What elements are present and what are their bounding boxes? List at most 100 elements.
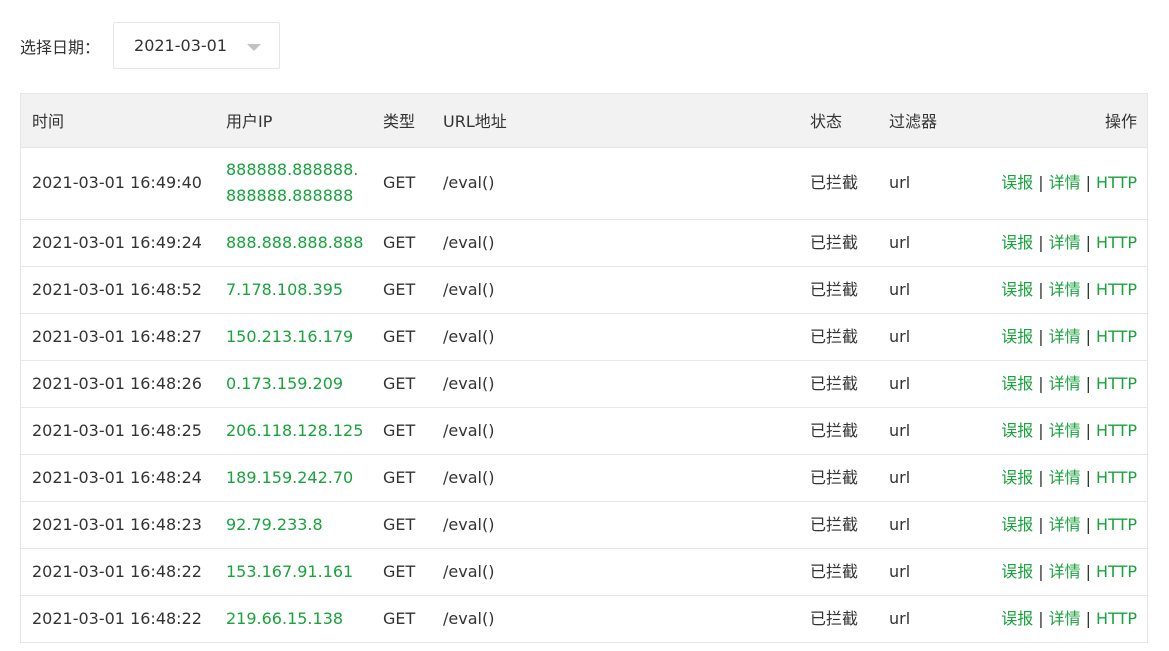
table-row: 2021-03-01 16:48:24 189.159.242.70 GET/eva… — [21, 454, 1147, 502]
table-row: 2021-03-01 16:48:27 150.213.16.179 GET/eva… — [21, 313, 1147, 361]
cell-url: /eval() — [432, 219, 799, 267]
cell-type: GET — [372, 454, 432, 502]
cell-filter: url — [878, 407, 968, 455]
action-separator: | — [1038, 467, 1044, 487]
cell-type: GET — [372, 407, 432, 455]
cell-filter: url — [889, 608, 911, 628]
action-separator: | — [1085, 420, 1092, 440]
table-row: 2021-03-01 16:48:23 92.79.233.8 GET/eval()… — [21, 501, 1147, 549]
http-link[interactable]: HTTP — [1096, 327, 1137, 346]
cell-status: 已拦截 — [799, 360, 878, 408]
caret-down-icon — [247, 44, 262, 51]
cell-url: /eval() — [432, 501, 799, 549]
cell-actions: 误报 | 详情 | HTTP — [968, 595, 1147, 642]
cell-filter: url — [878, 266, 968, 314]
cell-type: GET — [372, 266, 432, 314]
report-link[interactable]: 误报 — [1001, 562, 1033, 581]
action-separator: | — [1038, 279, 1044, 299]
cell-actions: 误报 | 详情 | HTTP — [968, 548, 1147, 596]
cell-time: 2021-03-01 16:48:26 — [21, 360, 216, 408]
action-separator: | — [1085, 173, 1092, 192]
cell-filter: url — [878, 454, 968, 502]
cell-url: /eval() — [432, 548, 799, 596]
cell-ip-link[interactable]: 150.213.16.179 — [216, 313, 372, 361]
http-link[interactable]: HTTP — [1096, 374, 1137, 393]
detail-link[interactable]: 详情 — [1049, 515, 1081, 534]
detail-link[interactable]: 详情 — [1049, 327, 1081, 346]
http-link[interactable]: HTTP — [1096, 609, 1137, 628]
cell-actions: 误报 | 详情 | HTTP — [968, 454, 1147, 502]
cell-filter: url — [878, 313, 968, 361]
report-link[interactable]: 误报 — [1001, 374, 1033, 393]
cell-ip-link[interactable]: 7.178.108.395 — [216, 266, 372, 314]
date-select-value: 2021-03-01 — [134, 36, 227, 55]
cell-status: 已拦截 — [799, 219, 878, 267]
cell-time: 2021-03-01 16:48:27 — [21, 313, 216, 361]
cell-ip-link[interactable]: 153.167.91.161 — [216, 548, 372, 596]
header-ip: 用户IP — [216, 94, 372, 148]
detail-link[interactable]: 详情 — [1049, 468, 1081, 487]
detail-link[interactable]: 详情 — [1049, 173, 1081, 192]
cell-ip-link[interactable]: 189.159.242.70 — [216, 454, 372, 502]
detail-link[interactable]: 详情 — [1049, 562, 1081, 581]
cell-actions: 误报 | 详情 | HTTP — [968, 266, 1147, 314]
detail-link[interactable]: 详情 — [1049, 374, 1081, 393]
http-link[interactable]: HTTP — [1096, 173, 1137, 192]
detail-link[interactable]: 详情 — [1049, 280, 1081, 299]
cell-ip-link[interactable]: 0.173.159.209 — [216, 360, 372, 408]
cell-filter: url — [878, 219, 968, 267]
detail-link[interactable]: 详情 — [1049, 609, 1081, 628]
cell-type: GET — [383, 608, 416, 628]
cell-ip-link[interactable]: 888888.888888.888888.888888 — [216, 147, 372, 220]
action-separator: | — [1085, 279, 1092, 299]
header-type: 类型 — [372, 94, 432, 148]
report-link[interactable]: 误报 — [1001, 280, 1033, 299]
date-select[interactable]: 2021-03-01 — [113, 22, 281, 69]
action-separator: | — [1038, 561, 1044, 581]
header-time: 时间 — [21, 94, 216, 148]
http-link[interactable]: HTTP — [1096, 280, 1137, 299]
table-row: 2021-03-01 16:48:25 206.118.128.125 GET/ev… — [21, 407, 1147, 455]
action-separator: | — [1038, 326, 1044, 346]
report-link[interactable]: 误报 — [1001, 609, 1033, 628]
cell-type: GET — [372, 219, 432, 267]
action-separator: | — [1085, 514, 1092, 534]
cell-ip-link[interactable]: 92.79.233.8 — [216, 501, 372, 549]
cell-status: 已拦截 — [810, 608, 859, 628]
cell-url: /eval() — [432, 266, 799, 314]
action-separator: | — [1038, 173, 1044, 192]
date-filter-bar: 选择日期： 2021-03-01 — [20, 21, 281, 70]
cell-ip-link[interactable]: 219.66.15.138 — [216, 595, 372, 642]
table-row: 2021-03-01 16:48:22 153.167.91.161 GET/eva… — [21, 548, 1147, 596]
cell-status: 已拦截 — [799, 407, 878, 455]
report-link[interactable]: 误报 — [1001, 421, 1033, 440]
detail-link[interactable]: 详情 — [1049, 233, 1081, 252]
http-link[interactable]: HTTP — [1096, 515, 1137, 534]
http-link[interactable]: HTTP — [1096, 468, 1137, 487]
action-separator: | — [1085, 373, 1092, 393]
action-separator: | — [1085, 326, 1092, 346]
cell-url: /eval() — [432, 360, 799, 408]
header-filter: 过滤器 — [878, 94, 968, 148]
cell-time: 2021-03-01 16:48:24 — [21, 454, 216, 502]
report-link[interactable]: 误报 — [1001, 327, 1033, 346]
cell-time: 2021-03-01 16:49:40 — [21, 147, 216, 220]
table-row: 2021-03-01 16:48:52 7.178.108.395 GET/eval… — [21, 266, 1147, 314]
report-link[interactable]: 误报 — [1001, 468, 1033, 487]
cell-status: 已拦截 — [799, 548, 878, 596]
http-link[interactable]: HTTP — [1096, 421, 1137, 440]
report-link[interactable]: 误报 — [1001, 233, 1033, 252]
detail-link[interactable]: 详情 — [1049, 421, 1081, 440]
cell-ip-link[interactable]: 206.118.128.125 — [216, 407, 372, 455]
cell-actions: 误报 | 详情 | HTTP — [968, 219, 1147, 267]
cell-url: /eval() — [432, 313, 799, 361]
http-link[interactable]: HTTP — [1096, 233, 1137, 252]
cell-time: 2021-03-01 16:48:25 — [21, 407, 216, 455]
cell-type: GET — [372, 501, 432, 549]
cell-time: 2021-03-01 16:48:23 — [21, 501, 216, 549]
report-link[interactable]: 误报 — [1001, 515, 1033, 534]
http-link[interactable]: HTTP — [1096, 562, 1137, 581]
report-link[interactable]: 误报 — [1001, 173, 1033, 192]
cell-ip-link[interactable]: 888.888.888.888 — [216, 219, 372, 267]
cell-status: 已拦截 — [799, 501, 878, 549]
